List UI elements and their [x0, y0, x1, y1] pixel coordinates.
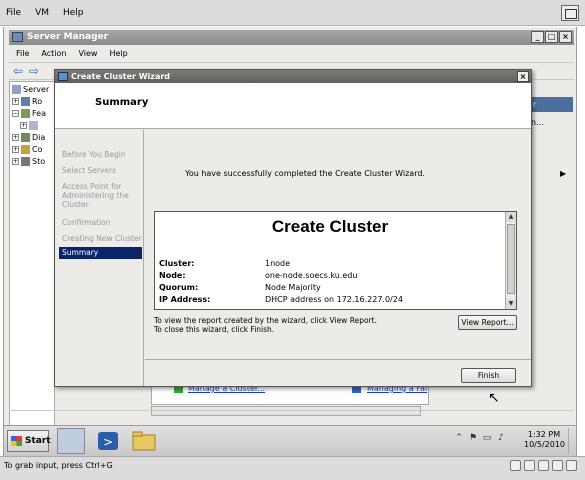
forward-arrow-icon[interactable]: ⇨: [29, 65, 43, 77]
tree-item-server[interactable]: Server: [12, 85, 49, 96]
server-manager-statusbar: [9, 410, 574, 422]
view-report-button[interactable]: View Report...: [458, 315, 517, 330]
finish-button[interactable]: Finish: [461, 368, 516, 383]
vm-menu-help[interactable]: Help: [63, 8, 84, 18]
server-manager-titlebar[interactable]: Server Manager _ □ ×: [9, 30, 574, 45]
actions-header: r: [529, 97, 573, 112]
actions-item[interactable]: n...: [531, 118, 544, 127]
show-hidden-icons-icon[interactable]: ⌃: [454, 432, 464, 444]
instructions: To view the report created by the wizard…: [154, 316, 377, 334]
expand-icon[interactable]: +: [12, 134, 19, 141]
features-icon: [21, 109, 30, 118]
expand-icon[interactable]: +: [12, 146, 19, 153]
step-creating-new-cluster: Creating New Cluster: [62, 234, 142, 243]
wizard-titlebar[interactable]: Create Cluster Wizard ×: [55, 70, 531, 83]
minimize-icon[interactable]: _: [531, 31, 544, 43]
restore-icon[interactable]: □: [545, 31, 558, 43]
usb-icon[interactable]: [552, 460, 563, 471]
collapse-icon[interactable]: −: [12, 110, 19, 117]
network-adapter-icon[interactable]: [538, 460, 549, 471]
menu-view[interactable]: View: [78, 49, 97, 58]
server-icon: [12, 85, 21, 94]
report-scrollbar[interactable]: ▲ ▼: [505, 212, 516, 309]
back-arrow-icon[interactable]: ⇦: [13, 65, 27, 77]
hard-disk-icon[interactable]: [510, 460, 521, 471]
tree-item-features[interactable]: − Fea: [12, 109, 46, 120]
window-controls: _ □ ×: [531, 31, 572, 43]
step-summary: Summary: [59, 247, 142, 259]
mouse-cursor-icon: ↖: [488, 390, 500, 406]
flag-icon[interactable]: ⚑: [468, 432, 478, 444]
show-desktop-button[interactable]: [568, 428, 576, 454]
scroll-down-icon[interactable]: ▼: [506, 299, 516, 309]
storage-icon: [21, 157, 30, 166]
system-tray: ⌃ ⚑ ▭ ♪: [452, 432, 524, 450]
scroll-thumb[interactable]: [507, 224, 515, 294]
success-message: You have successfully completed the Crea…: [185, 169, 425, 178]
taskbar: Start > ⌃ ⚑ ▭ ♪ 1:32 PM 10/5/2010: [4, 425, 576, 456]
scroll-up-icon[interactable]: ▲: [506, 212, 516, 222]
start-button[interactable]: Start: [7, 430, 51, 452]
roles-icon: [21, 97, 30, 106]
vm-menu-vm[interactable]: VM: [35, 8, 49, 18]
clock-date: 10/5/2010: [524, 440, 566, 449]
configuration-icon: [21, 145, 30, 154]
vm-menu-file[interactable]: File: [6, 8, 21, 18]
menu-help[interactable]: Help: [109, 49, 127, 58]
console-tree: Server + Ro − Fea + + Dia + Co + Sto: [9, 81, 55, 431]
cluster-icon: [29, 121, 38, 130]
server-manager-taskbar-icon[interactable]: [57, 428, 85, 454]
vm-menubar: File VM Help: [0, 0, 585, 26]
create-cluster-wizard: Create Cluster Wizard × Summary Before Y…: [54, 69, 532, 387]
step-access-point: Access Point for Administering the Clust…: [62, 182, 129, 209]
network-icon[interactable]: ▭: [482, 432, 492, 444]
menu-action[interactable]: Action: [41, 49, 66, 58]
close-icon[interactable]: ×: [517, 71, 529, 82]
grab-input-hint: To grab input, press Ctrl+G: [4, 461, 113, 470]
server-manager-title: Server Manager: [27, 32, 109, 42]
tree-item-storage[interactable]: + Sto: [12, 157, 45, 168]
guest-desktop: Server Manager _ □ × File Action View He…: [3, 27, 577, 456]
expand-icon[interactable]: +: [12, 98, 19, 105]
server-manager-menubar: File Action View Help: [9, 46, 574, 61]
vm-statusbar: To grab input, press Ctrl+G: [0, 456, 585, 480]
sound-icon[interactable]: [566, 460, 577, 471]
instruction-view-report: To view the report created by the wizard…: [154, 316, 377, 325]
report-box: Create Cluster Cluster: 1node Node: one-no…: [154, 211, 517, 310]
clock-time: 1:32 PM: [527, 430, 561, 439]
svg-text:>: >: [103, 435, 113, 449]
cd-drive-icon[interactable]: [524, 460, 535, 471]
windows-logo-icon: [11, 436, 22, 446]
step-confirmation: Confirmation: [62, 218, 111, 227]
tree-item-roles[interactable]: + Ro: [12, 97, 42, 108]
explorer-folder-icon[interactable]: [130, 428, 158, 454]
instruction-finish: To close this wizard, click Finish.: [154, 325, 275, 334]
volume-icon[interactable]: ♪: [496, 432, 506, 444]
report-title: Create Cluster: [271, 217, 389, 236]
wizard-body: You have successfully completed the Crea…: [145, 130, 531, 386]
menu-file[interactable]: File: [16, 49, 29, 58]
step-before-you-begin: Before You Begin: [62, 150, 126, 159]
step-select-servers: Select Servers: [62, 166, 117, 175]
wizard-icon: [58, 72, 68, 81]
tree-item-configuration[interactable]: + Co: [12, 145, 42, 156]
vm-device-icons: [510, 460, 577, 471]
expand-icon[interactable]: +: [12, 158, 19, 165]
divider: [145, 359, 531, 360]
server-manager-icon: [12, 32, 23, 42]
wizard-steps: Before You Begin Select Servers Access P…: [55, 130, 144, 386]
fullscreen-icon[interactable]: [561, 5, 579, 21]
clock[interactable]: 1:32 PM 10/5/2010: [524, 430, 566, 450]
submenu-arrow-icon[interactable]: ▶: [560, 169, 566, 178]
wizard-header: Summary: [55, 83, 531, 129]
wizard-page-title: Summary: [95, 97, 149, 108]
tree-item-feature-child[interactable]: +: [20, 121, 40, 132]
diagnostics-icon: [21, 133, 30, 142]
wizard-title: Create Cluster Wizard: [71, 72, 171, 81]
tree-item-diagnostics[interactable]: + Dia: [12, 133, 45, 144]
close-icon[interactable]: ×: [559, 31, 572, 43]
expand-icon[interactable]: +: [20, 122, 27, 129]
powershell-icon[interactable]: >: [94, 428, 122, 454]
